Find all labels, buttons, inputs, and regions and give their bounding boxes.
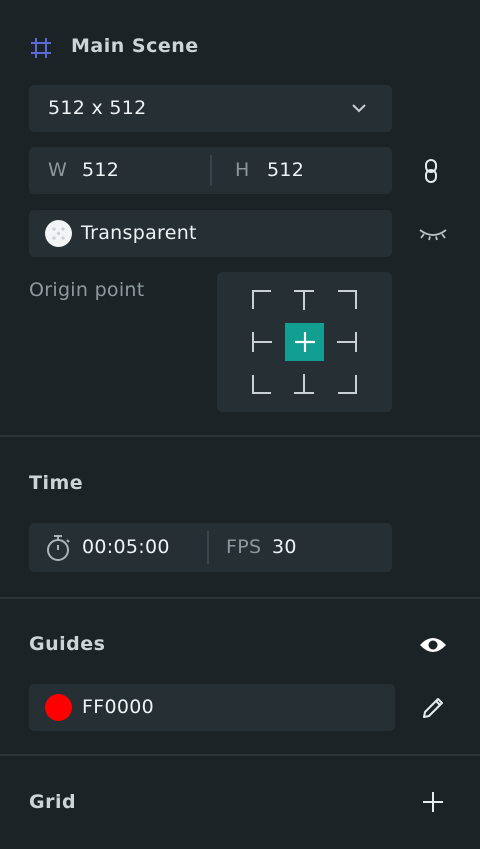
background-field[interactable]: Transparent [29, 210, 392, 257]
size-select-value: 512 x 512 [48, 97, 147, 119]
origin-middle-right[interactable] [336, 331, 358, 353]
eye-icon[interactable] [418, 632, 448, 658]
height-label: H [235, 159, 250, 181]
transparent-swatch [45, 220, 72, 247]
link-icon[interactable] [418, 155, 444, 187]
section-divider [0, 754, 480, 756]
fps-input[interactable]: 30 [272, 536, 297, 558]
eye-closed-icon[interactable] [417, 224, 449, 244]
dimensions-separator [210, 155, 212, 186]
guides-title: Guides [29, 633, 106, 655]
origin-top-left[interactable] [251, 289, 273, 311]
grid-title: Grid [29, 791, 77, 813]
fps-label: FPS [226, 536, 262, 558]
scene-title: Main Scene [71, 35, 199, 57]
origin-label: Origin point [29, 279, 145, 301]
height-input[interactable]: 512 [267, 159, 304, 181]
dimensions-field: W 512 H 512 [29, 147, 392, 194]
size-select[interactable]: 512 x 512 [29, 85, 392, 132]
stopwatch-icon [45, 534, 71, 562]
origin-point-grid [217, 272, 392, 412]
origin-bottom-left[interactable] [251, 373, 273, 395]
background-label: Transparent [81, 222, 197, 244]
origin-center[interactable] [285, 323, 324, 361]
origin-middle-left[interactable] [251, 331, 273, 353]
guides-color-swatch [45, 694, 72, 721]
guides-color-field[interactable]: FF0000 [29, 684, 395, 731]
time-field: 00:05:00 FPS 30 [29, 523, 392, 572]
width-input[interactable]: 512 [82, 159, 119, 181]
origin-bottom-center[interactable] [293, 373, 315, 395]
time-title: Time [29, 472, 84, 494]
section-divider [0, 435, 480, 437]
origin-bottom-right[interactable] [336, 373, 358, 395]
guides-color-value: FF0000 [82, 696, 155, 718]
plus-icon[interactable] [420, 789, 446, 815]
chevron-down-icon [351, 103, 367, 113]
section-divider [0, 597, 480, 599]
frame-icon [30, 37, 52, 59]
origin-top-right[interactable] [336, 289, 358, 311]
width-label: W [48, 159, 68, 181]
origin-top-center[interactable] [293, 289, 315, 311]
duration-input[interactable]: 00:05:00 [82, 536, 170, 558]
time-separator [207, 531, 209, 564]
pencil-icon[interactable] [419, 694, 447, 722]
